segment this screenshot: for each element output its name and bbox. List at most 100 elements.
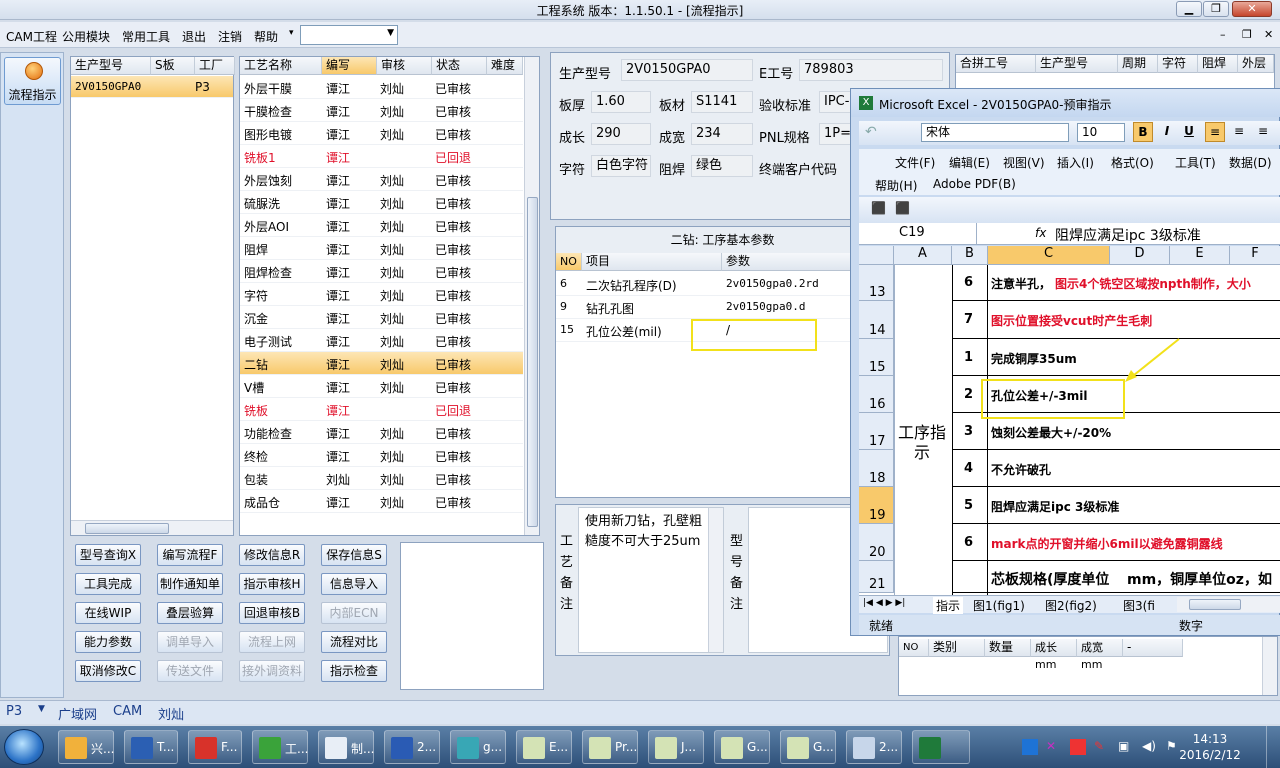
instruction-cell-extra[interactable]: 图示4个铣空区域按npth制作，大小 bbox=[1055, 275, 1251, 292]
instruction-cell-extra[interactable]: mark点的开窗并缩小6mil以避免露铜露线 bbox=[991, 535, 1223, 552]
name-box[interactable]: C19 bbox=[859, 223, 977, 244]
col-f[interactable]: F bbox=[1230, 246, 1280, 265]
field-material[interactable]: S1141 bbox=[691, 91, 753, 113]
table-row[interactable]: 9 钻孔孔图 2v0150gpa0.d bbox=[556, 296, 889, 319]
menu-exit[interactable]: 退出 bbox=[182, 28, 206, 45]
col-header-item[interactable]: 项目 bbox=[582, 253, 722, 271]
action-button[interactable]: 保存信息S bbox=[321, 544, 387, 566]
menu-cam[interactable]: CAM工程 bbox=[6, 28, 57, 45]
table-row[interactable]: 硫脲洗 谭江 刘灿 已审核 bbox=[240, 191, 523, 214]
instruction-cell[interactable]: 完成铜厚35um bbox=[991, 350, 1077, 367]
show-desktop-button[interactable] bbox=[1266, 726, 1280, 768]
action-button[interactable]: 指示检查 bbox=[321, 660, 387, 682]
action-button[interactable]: 在线WIP bbox=[75, 602, 141, 624]
sheet-tab[interactable]: 图1(fig1) bbox=[973, 597, 1025, 614]
col-header-qty[interactable]: 数量 bbox=[985, 639, 1031, 657]
col-header-width[interactable]: 成宽mm bbox=[1077, 639, 1123, 671]
col-header-process[interactable]: 工艺名称 bbox=[240, 57, 322, 75]
sheet-tab[interactable]: 指示 bbox=[933, 597, 964, 614]
vertical-scrollbar[interactable] bbox=[1262, 637, 1277, 695]
item-number-cell[interactable]: 3 bbox=[964, 424, 973, 439]
sheet-nav-icon[interactable]: |◀ ◀ ▶ ▶| bbox=[863, 598, 905, 608]
col-header-legend[interactable]: 字符 bbox=[1158, 55, 1198, 73]
tray-icon[interactable]: ✎ bbox=[1094, 739, 1110, 755]
action-button[interactable]: 修改信息R bbox=[239, 544, 305, 566]
table-row[interactable]: 成品仓 谭江 刘灿 已审核 bbox=[240, 490, 523, 513]
row-header[interactable]: 17 bbox=[859, 413, 894, 450]
menu-help[interactable]: 帮助 bbox=[254, 28, 278, 45]
instruction-cell-extra[interactable]: mm，铜厚单位oz，如 bbox=[1127, 569, 1272, 589]
col-header-difficulty[interactable]: 难度 bbox=[487, 57, 523, 75]
action-button[interactable]: 指示审核H bbox=[239, 573, 305, 595]
row-header[interactable]: 18 bbox=[859, 450, 894, 487]
item-number-cell[interactable]: 6 bbox=[964, 275, 973, 290]
mdi-minimize-icon[interactable]: – bbox=[1220, 28, 1226, 41]
taskbar-button[interactable]: 2... bbox=[384, 730, 440, 764]
col-c[interactable]: C bbox=[988, 246, 1110, 265]
excel-menu-edit[interactable]: 编辑(E) bbox=[949, 154, 990, 171]
col-a[interactable]: A bbox=[894, 246, 952, 265]
taskbar-button[interactable]: g... bbox=[450, 730, 506, 764]
select-all[interactable] bbox=[859, 246, 894, 265]
excel-menu-insert[interactable]: 插入(I) bbox=[1057, 154, 1094, 171]
table-row[interactable]: 阻焊 谭江 刘灿 已审核 bbox=[240, 237, 523, 260]
row-header[interactable]: 20 bbox=[859, 524, 894, 561]
chevron-down-icon[interactable]: ▼ bbox=[38, 704, 45, 714]
group-label-cell[interactable]: 工序指示 bbox=[897, 423, 947, 463]
field-model[interactable]: 2V0150GPA0 bbox=[621, 59, 753, 81]
taskbar-button[interactable]: 2... bbox=[846, 730, 902, 764]
col-b[interactable]: B bbox=[952, 246, 988, 265]
mdi-close-icon[interactable]: ✕ bbox=[1264, 28, 1273, 41]
vertical-scrollbar[interactable] bbox=[708, 508, 723, 652]
instruction-cell[interactable]: 不允许破孔 bbox=[991, 461, 1051, 478]
col-header-no[interactable]: NO bbox=[556, 253, 582, 271]
taskbar-button[interactable]: J... bbox=[648, 730, 704, 764]
instruction-cell[interactable]: 阻焊应满足ipc 3级标准 bbox=[991, 498, 1119, 515]
action-button[interactable]: 型号查询X bbox=[75, 544, 141, 566]
col-d[interactable]: D bbox=[1110, 246, 1170, 265]
table-row[interactable]: 外层干膜 谭江 刘灿 已审核 bbox=[240, 76, 523, 99]
close-button[interactable]: ✕ bbox=[1232, 1, 1272, 17]
tray-icon[interactable]: ✕ bbox=[1046, 739, 1062, 755]
horizontal-scrollbar[interactable] bbox=[1177, 597, 1280, 612]
table-row[interactable]: 图形电镀 谭江 刘灿 已审核 bbox=[240, 122, 523, 145]
col-header-merge-number[interactable]: 合拼工号 bbox=[956, 55, 1036, 73]
table-row[interactable]: 终检 谭江 刘灿 已审核 bbox=[240, 444, 523, 467]
col-header-solder-mask[interactable]: 阻焊 bbox=[1198, 55, 1238, 73]
flow-instruction-button[interactable]: 流程指示 bbox=[4, 57, 61, 105]
row-header[interactable]: 14 bbox=[859, 301, 894, 339]
taskbar-button[interactable]: F... bbox=[188, 730, 242, 764]
taskbar-button[interactable]: G... bbox=[780, 730, 836, 764]
item-number-cell[interactable]: 7 bbox=[964, 312, 973, 327]
col-header-status[interactable]: 状态 bbox=[432, 57, 487, 75]
horizontal-scrollbar[interactable] bbox=[71, 520, 233, 535]
pdf-review-icon[interactable]: ⬛ bbox=[895, 201, 910, 215]
table-row[interactable]: 铣板 谭江 已回退 bbox=[240, 398, 523, 421]
align-right-icon[interactable]: ≡ bbox=[1253, 122, 1273, 142]
col-header-factory[interactable]: 工厂 bbox=[195, 57, 235, 75]
excel-menu-tools[interactable]: 工具(T) bbox=[1175, 154, 1216, 171]
item-number-cell[interactable]: 4 bbox=[964, 461, 973, 476]
minimize-button[interactable]: ▁ bbox=[1176, 1, 1202, 17]
start-button[interactable] bbox=[4, 729, 44, 765]
restore-button[interactable]: ❐ bbox=[1203, 1, 1229, 17]
taskbar-button[interactable]: E... bbox=[516, 730, 572, 764]
underline-button[interactable]: U bbox=[1179, 122, 1199, 142]
align-left-icon[interactable]: ≡ bbox=[1205, 122, 1225, 142]
col-header-s[interactable]: S板 bbox=[151, 57, 195, 75]
col-header-no[interactable]: NO bbox=[899, 639, 929, 657]
bold-button[interactable]: B bbox=[1133, 122, 1153, 142]
taskbar-button[interactable] bbox=[912, 730, 970, 764]
table-row[interactable]: 功能检查 谭江 刘灿 已审核 bbox=[240, 421, 523, 444]
row-header[interactable]: 16 bbox=[859, 376, 894, 413]
col-header-cycle[interactable]: 周期 bbox=[1118, 55, 1158, 73]
pdf-icon[interactable]: ⬛ bbox=[871, 201, 886, 215]
excel-menu-help[interactable]: 帮助(H) bbox=[875, 177, 917, 194]
col-header-model[interactable]: 生产型号 bbox=[1036, 55, 1118, 73]
excel-menu-data[interactable]: 数据(D) bbox=[1229, 154, 1272, 171]
item-number-cell[interactable]: 5 bbox=[964, 498, 973, 513]
sheet-tab[interactable]: 图2(fig2) bbox=[1045, 597, 1097, 614]
mdi-restore-icon[interactable]: ❐ bbox=[1242, 28, 1252, 41]
table-row[interactable]: 2V0150GPA0 P3 bbox=[71, 76, 233, 98]
item-number-cell[interactable]: 6 bbox=[964, 535, 973, 550]
